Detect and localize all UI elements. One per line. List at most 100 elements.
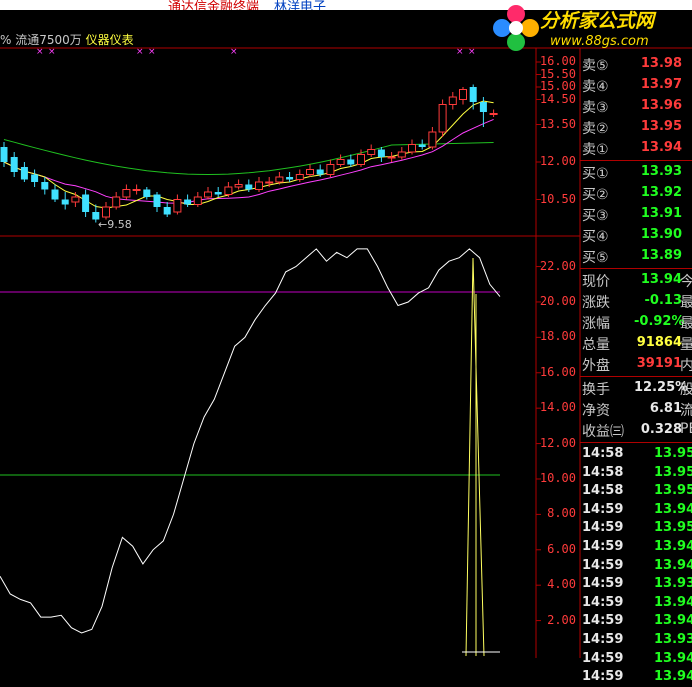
- candle-body: [286, 177, 294, 180]
- bid-level-5[interactable]: 买⑤ 13.89: [580, 246, 692, 267]
- candle-body: [336, 159, 345, 165]
- quote-stat[interactable]: 总量 91864 量: [580, 333, 692, 354]
- quote-label: 卖⑤: [582, 58, 609, 74]
- tick-price: 13.94: [654, 501, 692, 517]
- quote-label: 买①: [582, 166, 609, 182]
- quote-value: 13.98: [640, 56, 682, 71]
- candle-body: [41, 182, 49, 190]
- bid-level-4[interactable]: 买④ 13.90: [580, 225, 692, 246]
- tick-row[interactable]: 14:59 13.94: [580, 539, 692, 557]
- logo-flower-icon: [493, 5, 539, 51]
- quote-value: 13.96: [640, 98, 682, 113]
- quote-label: 卖②: [582, 121, 609, 137]
- tick-price: 13.95: [654, 464, 692, 480]
- signal-marker: ×: [468, 47, 476, 57]
- quote-suffix: 内: [680, 358, 692, 374]
- indicator-axis-tick: 2.00: [547, 612, 576, 627]
- indicator-axis-tick: 8.00: [547, 506, 576, 521]
- tick-time: 14:59: [582, 650, 624, 666]
- indicator-axis-tick: 20.00: [539, 293, 576, 308]
- tick-row[interactable]: 14:59 13.93: [580, 632, 692, 650]
- candle-body: [357, 154, 365, 165]
- quote-label: 买④: [582, 229, 609, 245]
- signal-marker: ×: [148, 47, 156, 57]
- fundamental-stat[interactable]: 净资 6.81 流: [580, 399, 692, 420]
- quote-value: 13.91: [640, 206, 682, 221]
- ask-level-3[interactable]: 卖③ 13.96: [580, 96, 692, 117]
- tick-time: 14:59: [582, 576, 624, 592]
- candle-body: [275, 176, 284, 183]
- ask-level-2[interactable]: 卖② 13.95: [580, 117, 692, 138]
- quote-value: 13.93: [640, 164, 682, 179]
- tick-time: 14:58: [582, 446, 624, 461]
- candle-body: [295, 174, 304, 180]
- fundamental-stat[interactable]: 换手 12.25% 股: [580, 378, 692, 399]
- tick-row[interactable]: 14:59 13.94: [580, 613, 692, 631]
- indicator-axis-tick: 12.00: [539, 435, 576, 450]
- candle-body: [224, 186, 233, 195]
- candle-body: [214, 192, 222, 195]
- signal-marker: ×: [136, 47, 144, 57]
- quote-label: 买③: [582, 208, 609, 224]
- quote-suffix: 最: [680, 295, 692, 311]
- tick-row[interactable]: 14:59 13.94: [580, 595, 692, 613]
- sector-label[interactable]: 仪器仪表: [86, 33, 134, 47]
- app-name: 通达信金融终端: [168, 0, 260, 10]
- bid-level-3[interactable]: 买③ 13.91: [580, 204, 692, 225]
- candle-body: [71, 196, 80, 203]
- candle-body: [143, 189, 151, 197]
- tick-row[interactable]: 14:58 13.95: [580, 483, 692, 501]
- candle-body: [184, 199, 192, 205]
- tick-price: 13.94: [654, 669, 692, 685]
- panel-divider: [580, 442, 692, 443]
- quote-value: 13.94: [640, 272, 682, 287]
- candle-body: [489, 113, 498, 115]
- tick-price: 13.94: [654, 594, 692, 610]
- bid-level-2[interactable]: 买② 13.92: [580, 183, 692, 204]
- candle-body: [418, 144, 426, 147]
- quote-suffix: 股: [680, 382, 692, 398]
- tick-row[interactable]: 14:59 13.94: [580, 558, 692, 576]
- quote-stat[interactable]: 涨跌 -0.13 最: [580, 291, 692, 312]
- ask-level-5[interactable]: 卖⑤ 13.98: [580, 54, 692, 75]
- site-logo: 分析家公式网 www.88gs.com: [490, 2, 692, 54]
- tick-row[interactable]: 14:58 13.95: [580, 465, 692, 483]
- quote-label: 净资: [582, 403, 610, 419]
- quote-label: 总量: [582, 337, 610, 353]
- tick-row[interactable]: 14:59 13.95: [580, 520, 692, 538]
- ask-level-1[interactable]: 卖① 13.94: [580, 138, 692, 159]
- quote-label: 卖①: [582, 142, 609, 158]
- quote-value: 0.328: [640, 422, 682, 437]
- quote-value: 13.90: [640, 227, 682, 242]
- quote-stat[interactable]: 现价 13.94 今: [580, 270, 692, 291]
- float-shares: % 流通7500万: [0, 33, 82, 47]
- quote-value: 13.89: [640, 248, 682, 263]
- candle-body: [163, 207, 171, 215]
- logo-url: www.88gs.com: [550, 34, 649, 49]
- signal-marker: ×: [456, 47, 464, 57]
- stock-name: 林洋电子: [274, 0, 327, 10]
- tick-price: 13.95: [654, 446, 692, 461]
- quote-stat[interactable]: 外盘 39191 内: [580, 354, 692, 375]
- info-line: % 流通7500万 仪器仪表: [0, 31, 134, 48]
- bid-level-1[interactable]: 买① 13.93: [580, 162, 692, 183]
- tick-row[interactable]: 14:59 13.93: [580, 576, 692, 594]
- fundamental-stat[interactable]: 收益㈢ 0.328PE: [580, 420, 692, 441]
- candle-body: [265, 181, 274, 184]
- candle-body: [479, 102, 487, 112]
- quote-label: 收益㈢: [582, 424, 624, 440]
- ask-level-4[interactable]: 卖④ 13.97: [580, 75, 692, 96]
- tick-row[interactable]: 14:59 13.94: [580, 651, 692, 669]
- candle-body: [448, 96, 457, 105]
- indicator-axis-tick: 10.00: [539, 470, 576, 485]
- kline-axis-tick: 13.50: [539, 116, 576, 131]
- tick-row[interactable]: 14:59 13.94: [580, 502, 692, 520]
- tick-row[interactable]: 14:58 13.95: [580, 446, 692, 464]
- quote-label: 涨幅: [582, 316, 610, 332]
- quote-panel: 卖⑤ 13.98 卖④ 13.97 卖③ 13.96 卖② 13.95 卖① 13.94 买① 13.…: [580, 48, 692, 684]
- tick-time: 14:59: [582, 501, 624, 517]
- indicator-axis-tick: 14.00: [539, 400, 576, 415]
- tick-row[interactable]: 14:59 13.94: [580, 669, 692, 687]
- quote-stat[interactable]: 涨幅 -0.92% 最: [580, 312, 692, 333]
- quote-value: 13.94: [640, 140, 682, 155]
